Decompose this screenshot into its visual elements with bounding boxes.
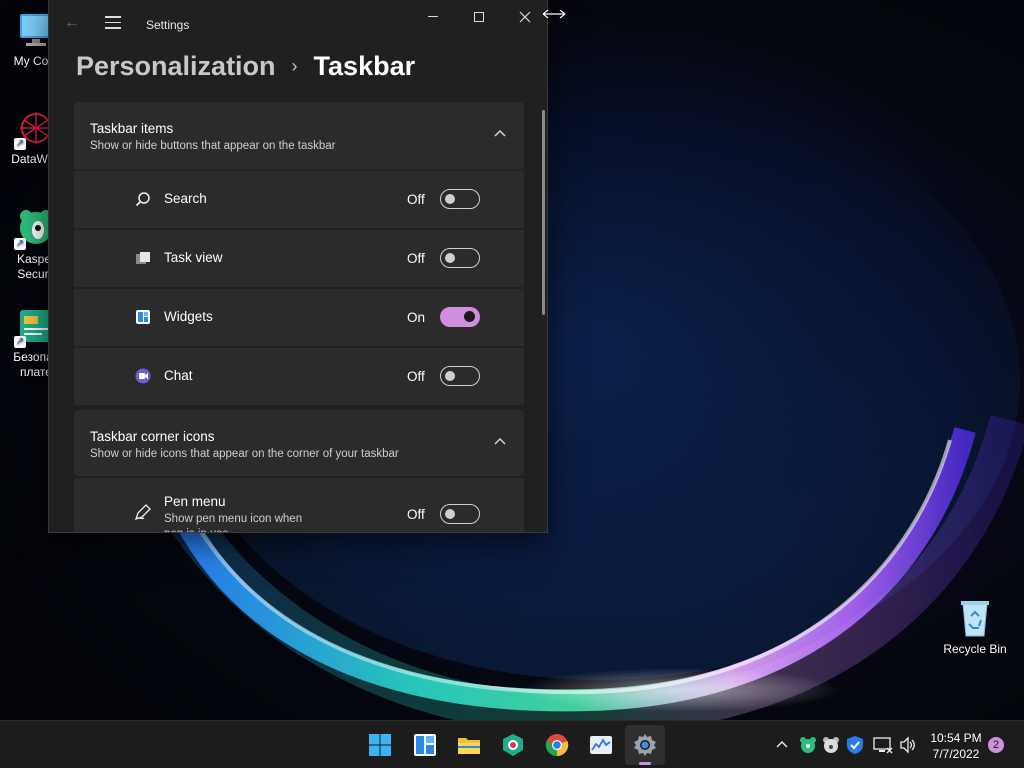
kaspersky-tray-icon[interactable] [799,736,817,754]
shortcut-arrow-icon: ↗ [14,138,26,150]
search-icon [135,192,150,207]
hamburger-menu-icon[interactable] [105,16,121,30]
widgets-toggle[interactable] [440,307,480,327]
kaspersky-icon [503,734,523,756]
vertical-scrollbar[interactable] [542,110,545,315]
file-explorer-button[interactable] [449,729,489,768]
toggle-state-text: On [407,310,426,325]
chrome-icon [545,734,569,757]
settings-content: Taskbar items Show or hide buttons that … [49,100,547,532]
breadcrumb: Personalization › Taskbar [76,48,415,84]
bear-tray-icon[interactable] [822,736,840,754]
section-subtitle: Show or hide buttons that appear on the … [90,140,336,152]
pen-icon [134,504,151,521]
file-explorer-icon [458,738,480,754]
close-button[interactable] [503,4,547,30]
resource-monitor-button[interactable] [581,729,621,768]
chat-toggle[interactable] [440,366,480,386]
taskbar-items-header[interactable]: Taskbar items Show or hide buttons that … [74,102,524,170]
network-icon[interactable] [873,736,893,754]
setting-row-search: Search Off [74,171,524,228]
kaspersky-button[interactable] [493,729,533,768]
setting-description: Show pen menu icon when pen is in use [164,513,303,532]
search-toggle[interactable] [440,189,480,209]
recycle-bin-icon [955,598,995,638]
toggle-state-text: Off [407,369,425,384]
setting-row-widgets: Widgets On [74,289,524,346]
minimize-button[interactable] [411,4,455,30]
desktop-icon-recycle-bin[interactable]: Recycle Bin [939,598,1011,657]
widgets-icon [414,734,436,756]
volume-icon[interactable] [899,736,917,754]
clock-date: 7/7/2022 [932,747,980,761]
window-title: Settings [146,18,190,32]
breadcrumb-personalization[interactable]: Personalization [76,51,276,82]
pen-menu-toggle[interactable] [440,504,480,524]
setting-label: Task view [164,250,223,265]
start-button[interactable] [360,729,400,768]
chevron-up-icon[interactable] [494,128,506,140]
settings-taskbar-button[interactable] [625,725,665,765]
setting-label: Chat [164,368,193,383]
start-icon [369,734,391,756]
task-view-toggle[interactable] [440,248,480,268]
shortcut-arrow-icon: ↗ [14,336,26,348]
back-arrow-icon[interactable]: ← [63,14,81,32]
active-indicator [639,762,651,765]
toggle-state-text: Off [407,507,425,522]
chevron-up-icon[interactable] [494,436,506,448]
taskbar-widgets-button[interactable] [405,729,445,768]
resource-monitor-icon [590,736,612,754]
setting-row-pen-menu: Pen menu Show pen menu icon when pen is … [74,478,524,532]
breadcrumb-separator: › [291,55,298,76]
toggle-state-text: Off [407,192,425,207]
setting-label: Pen menu [164,494,226,509]
security-shield-icon[interactable] [846,735,864,755]
page-title: Taskbar [313,50,416,81]
chevron-up-icon[interactable] [776,739,788,751]
title-bar[interactable]: ← Settings [49,0,547,48]
section-title: Taskbar items [90,121,174,136]
setting-row-task-view: Task view Off [74,230,524,287]
setting-label: Search [164,191,207,206]
chat-icon [135,368,151,384]
close-icon [519,11,531,23]
clock-time: 10:54 PM [930,731,982,745]
chrome-button[interactable] [537,729,577,768]
maximize-button[interactable] [457,4,501,30]
taskbar-corner-icons-header[interactable]: Taskbar corner icons Show or hide icons … [74,410,524,476]
taskbar: 10:54 PM 7/7/2022 2 [0,720,1024,768]
section-title: Taskbar corner icons [90,429,215,444]
resize-cursor-icon [542,8,566,20]
shortcut-arrow-icon: ↗ [14,238,26,250]
setting-row-chat: Chat Off [74,348,524,405]
widgets-icon [136,310,150,324]
setting-label: Widgets [164,309,213,324]
settings-window: ← Settings Personalization › Taskbar Tas… [48,0,548,533]
task-view-icon [136,252,150,264]
notification-badge[interactable]: 2 [988,737,1004,753]
settings-icon [634,734,656,756]
toggle-state-text: Off [407,251,425,266]
system-clock[interactable]: 10:54 PM 7/7/2022 [928,730,984,762]
section-subtitle: Show or hide icons that appear on the co… [90,448,399,460]
